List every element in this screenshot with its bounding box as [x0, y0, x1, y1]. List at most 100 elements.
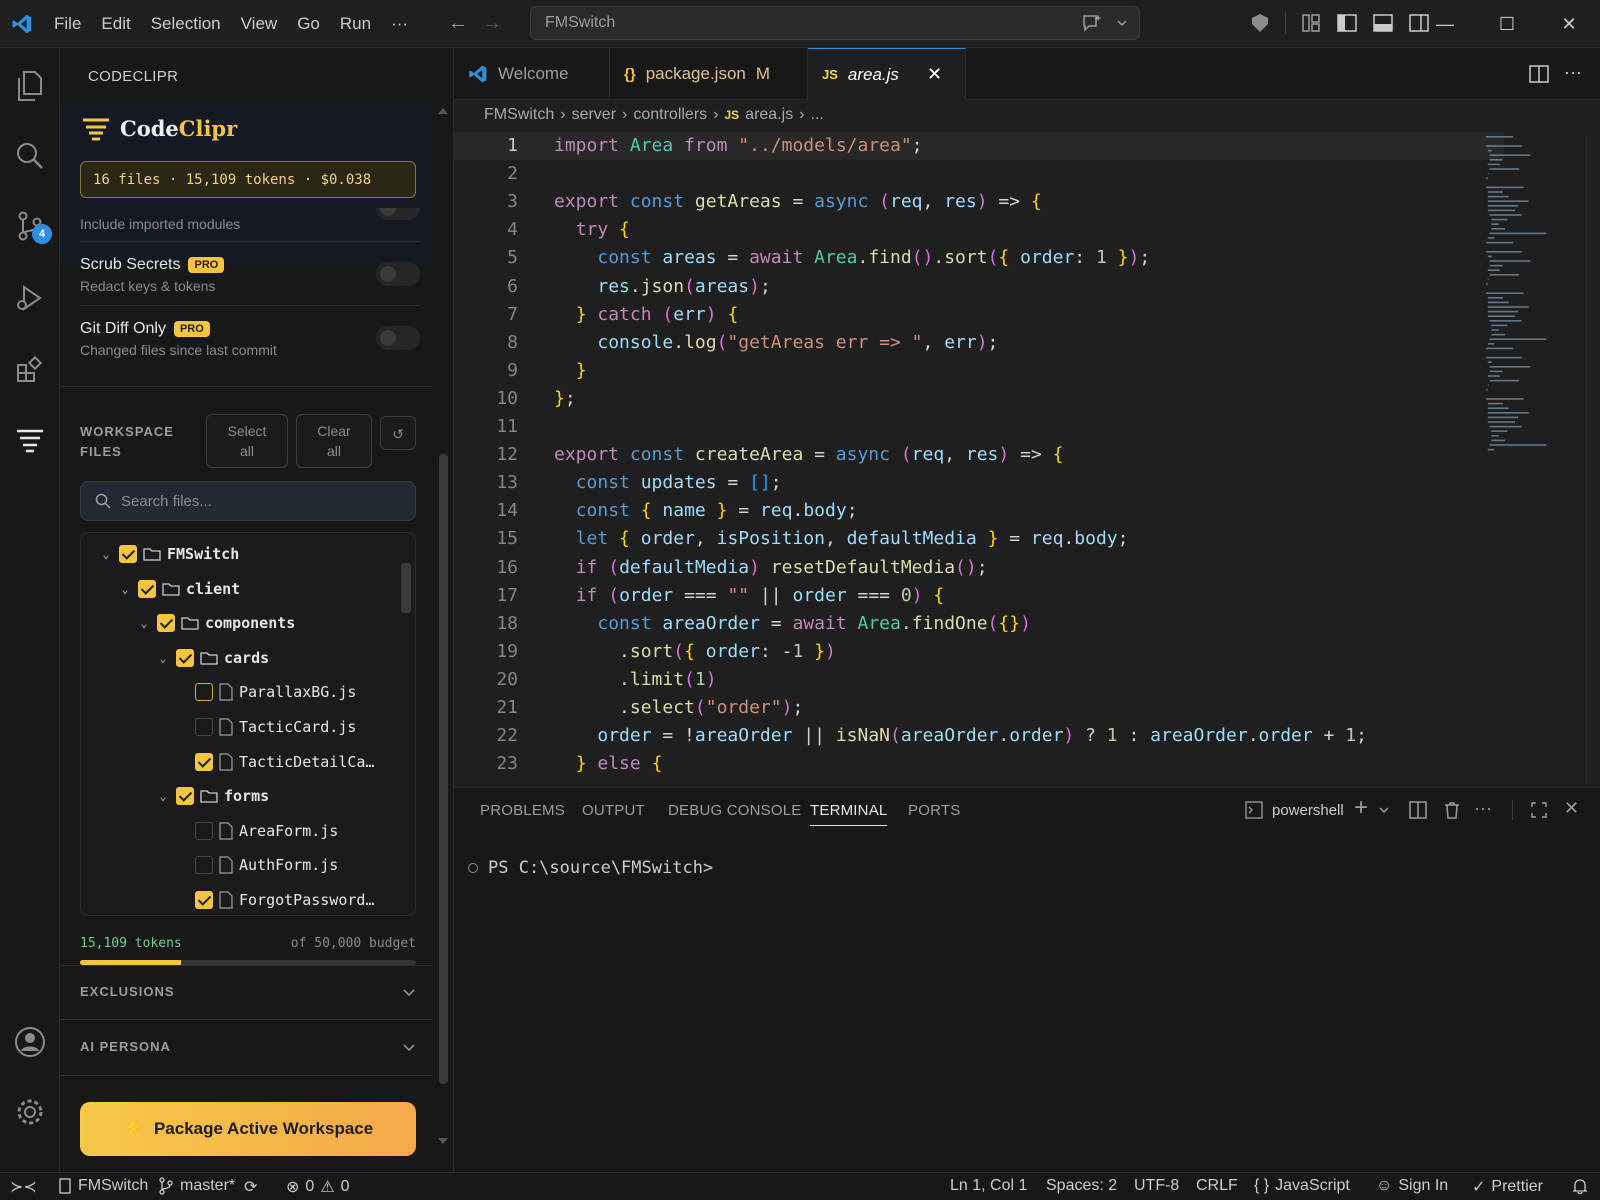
- code-line[interactable]: 20 .limit(1): [454, 666, 1504, 694]
- tree-file-row[interactable]: AuthForm.js: [175, 848, 338, 882]
- ai-persona-section[interactable]: AI PERSONA: [80, 1039, 416, 1054]
- file-checkbox[interactable]: [138, 579, 156, 598]
- menu-selection[interactable]: Selection: [141, 0, 231, 48]
- file-checkbox[interactable]: [195, 718, 213, 736]
- notifications-bell-icon[interactable]: [1572, 1177, 1588, 1195]
- breadcrumb-item[interactable]: FMSwitch: [484, 106, 554, 124]
- accounts-shield-icon[interactable]: [1249, 12, 1271, 34]
- settings-gear-icon[interactable]: [0, 1082, 60, 1142]
- chevron-down-icon[interactable]: [1115, 16, 1129, 30]
- code-line[interactable]: 6 res.json(areas);: [454, 273, 1504, 301]
- chevron-down-icon[interactable]: ⌄: [137, 616, 151, 630]
- package-workspace-button[interactable]: ⚡ Package Active Workspace: [80, 1102, 416, 1156]
- status-encoding[interactable]: UTF-8: [1134, 1177, 1179, 1195]
- chevron-down-icon[interactable]: [1378, 804, 1390, 816]
- toggle-panel-icon[interactable]: [1372, 12, 1394, 34]
- tree-folder-row[interactable]: ⌄ client: [118, 572, 240, 606]
- code-editor[interactable]: 1 import Area from "../models/area"; 2 3 exp…: [454, 132, 1600, 788]
- tree-file-row[interactable]: ParallaxBG.js: [175, 675, 356, 709]
- breadcrumb-item[interactable]: server: [572, 106, 616, 124]
- status-problems[interactable]: ⊗ 0 ⚠ 0: [286, 1177, 350, 1197]
- status-signin[interactable]: ☺ Sign In: [1376, 1177, 1448, 1195]
- source-control-icon[interactable]: 4: [0, 196, 60, 256]
- codeclipr-icon[interactable]: [0, 410, 60, 470]
- file-checkbox[interactable]: [176, 648, 194, 667]
- command-center[interactable]: FMSwitch: [530, 6, 1140, 40]
- minimize-icon[interactable]: —: [1414, 0, 1476, 48]
- file-checkbox[interactable]: [119, 545, 137, 563]
- tree-folder-row[interactable]: ⌄ components: [137, 606, 295, 640]
- clear-all-button[interactable]: Clear all: [296, 414, 372, 468]
- code-line[interactable]: 9 }: [454, 357, 1504, 385]
- code-line[interactable]: 19 .sort({ order: -1 }): [454, 638, 1504, 666]
- sync-icon[interactable]: ⟳: [244, 1177, 257, 1197]
- menu-go[interactable]: Go: [287, 0, 330, 48]
- code-line[interactable]: 23 } else {: [454, 750, 1504, 778]
- more-actions-icon[interactable]: ···: [1564, 62, 1582, 83]
- new-terminal-icon[interactable]: +: [1354, 794, 1368, 822]
- explorer-icon[interactable]: [0, 56, 60, 116]
- code-line[interactable]: 10};: [454, 385, 1504, 413]
- code-line[interactable]: 3 export const getAreas = async (req, res…: [454, 188, 1504, 216]
- remote-icon[interactable]: ≻≺: [10, 1177, 37, 1197]
- tab-welcome[interactable]: Welcome: [454, 48, 610, 100]
- scroll-up-icon[interactable]: [437, 106, 449, 116]
- code-line[interactable]: 1 import Area from "../models/area";: [454, 132, 1504, 160]
- code-line[interactable]: 15 let { order, isPosition, defaultMedia…: [454, 525, 1504, 553]
- file-checkbox[interactable]: [195, 856, 213, 875]
- menu-edit[interactable]: Edit: [91, 0, 140, 48]
- code-line[interactable]: 4 try {: [454, 216, 1504, 244]
- status-language[interactable]: { } JavaScript: [1254, 1177, 1350, 1195]
- file-checkbox[interactable]: [157, 614, 175, 633]
- accounts-icon[interactable]: [0, 1012, 60, 1072]
- imports-toggle[interactable]: [376, 208, 420, 220]
- tab-problems[interactable]: PROBLEMS: [480, 802, 565, 819]
- extensions-icon[interactable]: [0, 340, 60, 400]
- copilot-chat-icon[interactable]: [1081, 13, 1103, 33]
- file-checkbox[interactable]: [195, 752, 213, 771]
- code-line[interactable]: 11: [454, 413, 1504, 441]
- status-indentation[interactable]: Spaces: 2: [1046, 1177, 1117, 1195]
- code-line[interactable]: 12 export const createArea = async (req, …: [454, 441, 1504, 469]
- code-line[interactable]: 16 if (defaultMedia) resetDefaultMedia()…: [454, 554, 1504, 582]
- file-checkbox[interactable]: [195, 891, 213, 909]
- close-window-icon[interactable]: ✕: [1538, 0, 1600, 48]
- scroll-down-icon[interactable]: [437, 1136, 449, 1146]
- code-line[interactable]: 21 .select("order");: [454, 694, 1504, 722]
- status-eol[interactable]: CRLF: [1196, 1177, 1238, 1195]
- tree-file-row[interactable]: ForgotPassword…: [175, 883, 374, 915]
- menu-view[interactable]: View: [231, 0, 288, 48]
- close-tab-icon[interactable]: ✕: [927, 64, 942, 85]
- split-editor-icon[interactable]: [1528, 63, 1550, 85]
- menu-file[interactable]: File: [44, 0, 91, 48]
- tree-folder-row[interactable]: ⌄ FMSwitch: [99, 537, 239, 571]
- tree-folder-row[interactable]: ⌄ cards: [156, 641, 269, 675]
- code-line[interactable]: 7 } catch (err) {: [454, 301, 1504, 329]
- tab-package-json[interactable]: {} package.json M: [610, 48, 808, 100]
- split-terminal-icon[interactable]: [1408, 800, 1428, 820]
- tree-folder-row[interactable]: ⌄ forms: [156, 779, 269, 813]
- editor-scrollbar[interactable]: [1586, 134, 1600, 784]
- terminal-selector[interactable]: powershell: [1244, 800, 1344, 820]
- menu-more[interactable]: ···: [381, 0, 418, 48]
- file-checkbox[interactable]: [195, 821, 213, 840]
- status-workspace[interactable]: FMSwitch: [58, 1177, 148, 1195]
- exclusions-section[interactable]: EXCLUSIONS: [80, 984, 416, 999]
- breadcrumb-item[interactable]: controllers: [633, 106, 707, 124]
- status-prettier[interactable]: ✓ Prettier: [1472, 1177, 1543, 1197]
- status-position[interactable]: Ln 1, Col 1: [950, 1177, 1027, 1195]
- maximize-panel-icon[interactable]: [1530, 801, 1548, 819]
- close-panel-icon[interactable]: ✕: [1564, 798, 1579, 819]
- tab-area-js[interactable]: JS area.js ✕: [808, 48, 966, 100]
- code-line[interactable]: 5 const areas = await Area.find().sort({…: [454, 244, 1504, 272]
- status-branch[interactable]: master*: [158, 1177, 235, 1195]
- scrub-secrets-toggle[interactable]: [376, 262, 420, 286]
- customize-layout-icon[interactable]: [1300, 12, 1322, 34]
- breadcrumb-item[interactable]: ...: [811, 106, 824, 124]
- tree-file-row[interactable]: AreaForm.js: [175, 814, 338, 848]
- search-icon[interactable]: [0, 126, 60, 186]
- menu-run[interactable]: Run: [330, 0, 381, 48]
- minimap[interactable]: [1484, 134, 1552, 464]
- code-line[interactable]: 22 order = !areaOrder || isNaN(areaOrder…: [454, 722, 1504, 750]
- terminal-output[interactable]: PS C:\source\FMSwitch>: [468, 858, 713, 878]
